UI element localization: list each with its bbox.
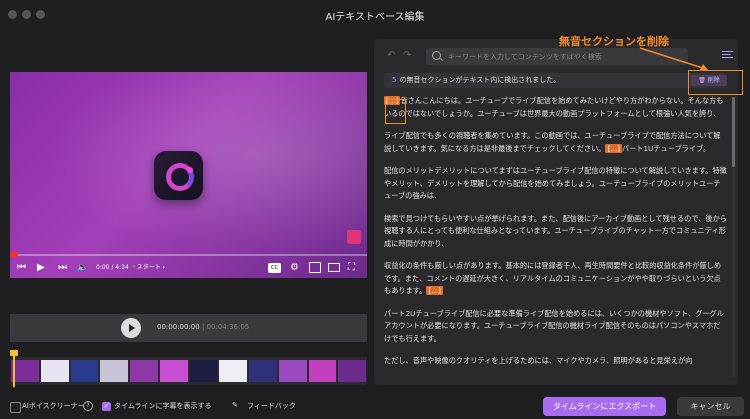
video-time-readout: 0:00 / 4:34 ・スタート › (96, 264, 165, 271)
keyword-search (426, 48, 688, 65)
settings-icon[interactable]: ⚙ (290, 261, 299, 275)
miniplayer-icon[interactable] (309, 262, 321, 273)
volume-icon[interactable]: 🔈 (77, 261, 88, 275)
fullscreen-icon[interactable]: ⛶ (348, 261, 355, 275)
play-icon[interactable]: ▶ (37, 261, 45, 275)
video-progress-bar[interactable] (10, 251, 367, 258)
transcript-text[interactable]: [...] 皆さんこんにちは。ユーチューブでライブ配信を始めてみたいけどやり方がわ… (384, 95, 727, 381)
player-bar: 00:00:00:00 | 00:04:36:05 (10, 314, 367, 342)
theater-mode-icon[interactable] (328, 263, 340, 272)
captions-icon[interactable]: CC (268, 263, 281, 273)
transcript-paragraph[interactable]: ライブ配信でも多くの視聴者を集めています。この動画では、ユーチューブライブで配信… (384, 130, 727, 155)
video-controls: ⏮ ▶ ⏭ 🔈 0:00 / 4:34 ・スタート › CC ⚙ ⛶ (10, 258, 367, 278)
silence-notice: 5 の無音セクションがテキスト内に検出されました。 (384, 73, 727, 88)
feedback-icon[interactable]: ✎ (232, 401, 238, 409)
timeline-thumbnail (40, 360, 69, 382)
export-to-timeline-button[interactable]: タイムラインにエクスポート (543, 397, 666, 416)
transcript-paragraph[interactable]: 配信のメリットデメリットについてまずはユーチューブライブ配信の特徴について解説し… (384, 165, 727, 203)
title-bar: AIテキストベース編集 (0, 0, 750, 30)
previous-icon[interactable]: ⏮ (17, 261, 26, 275)
timeline-thumbnail (219, 360, 247, 382)
transcript-text-span: 検索で見つけてもらいやすい点が挙げられます。また、配信後にアーカイブ動画として残… (384, 213, 727, 248)
app-logo (154, 151, 203, 200)
next-icon[interactable]: ⏭ (58, 261, 67, 275)
current-time: 00:00:00:00 (157, 323, 200, 331)
redo-icon[interactable]: ↷ (403, 50, 411, 61)
ai-voice-cleaner-checkbox[interactable] (10, 402, 21, 413)
silence-count: 5 (392, 76, 397, 84)
duration-time: 00:04:36:05 (206, 323, 250, 331)
transcript-scrollbar[interactable] (732, 97, 735, 377)
video-preview[interactable] (10, 72, 367, 278)
window-title: AIテキストベース編集 (325, 12, 425, 23)
timeline-thumbnail (70, 360, 99, 382)
annotation-label: 無音セクションを削除 (559, 35, 669, 48)
transcript-paragraph[interactable]: パート2Uチューブライブ配信に必要な準備ライブ配信を始めるには、いくつかの機材や… (384, 308, 727, 346)
timeline-thumbnail (159, 360, 188, 382)
transcript-text-span: パート1Uチューブライブ。 (621, 143, 711, 153)
play-pause-button[interactable] (121, 318, 141, 338)
video-progress-knob[interactable] (11, 251, 18, 258)
annotation-highlight-delete (688, 70, 743, 95)
ai-voice-cleaner-label: AIボイスクリーナー (22, 402, 85, 410)
timeline-thumbnail (308, 360, 337, 382)
filter-settings-icon[interactable] (722, 50, 733, 60)
transcript-paragraph[interactable]: 収益化の条件も厳しい点があります。基本的には登録者千人、再生時間要件と比較的収益… (384, 260, 727, 298)
search-input[interactable] (446, 49, 685, 65)
timeline-track[interactable] (10, 357, 367, 385)
timeline-thumbnail (100, 360, 128, 382)
undo-icon[interactable]: ↶ (387, 50, 395, 61)
timeline-thumbnail (189, 360, 218, 382)
annotation-highlight-marker (385, 99, 406, 124)
timeline-thumbnail (278, 360, 307, 382)
transcript-text-span: 皆さんこんにちは。ユーチューブでライブ配信を始めてみたいけどやり方がわからない。… (384, 96, 724, 118)
transcript-text-span: 配信のメリットデメリットについてまずはユーチューブライブ配信の特徴について解説し… (384, 166, 727, 200)
cancel-button[interactable]: キャンセル (677, 397, 744, 416)
timeline-thumbnail (130, 360, 158, 382)
transcript-text-span: ただし、音声や映像のクオリティを上げるためには、マイクやカメラ、照明があると見栄… (384, 356, 693, 365)
silence-notice-text: の無音セクションがテキスト内に検出されました。 (399, 76, 561, 84)
logo-dot (187, 167, 193, 173)
transcript-scroll-thumb[interactable] (732, 97, 735, 167)
transcript-paragraph[interactable]: 検索で見つけてもらいやすい点が挙げられます。また、配信後にアーカイブ動画として残… (384, 213, 727, 251)
timeline-playhead[interactable] (10, 350, 18, 387)
transcript-text-span: パート2Uチューブライブ配信に必要な準備ライブ配信を始めるには、いくつかの機材や… (384, 308, 724, 343)
help-icon[interactable]: ? (83, 401, 93, 411)
player-time: 00:00:00:00 | 00:04:36:05 (157, 323, 250, 331)
timeline-thumbnail (11, 360, 39, 382)
feedback-link[interactable]: フィードバック (247, 401, 296, 411)
channel-watermark-icon (347, 230, 361, 244)
timeline-thumbnail (338, 360, 366, 382)
transcript-paragraph[interactable]: ただし、音声や映像のクオリティを上げるためには、マイクやカメラ、照明があると見栄… (384, 355, 727, 368)
show-subtitles-checkbox[interactable]: ✓ (102, 402, 111, 411)
transcript-paragraph[interactable]: [...] 皆さんこんにちは。ユーチューブでライブ配信を始めてみたいけどやり方がわ… (384, 95, 727, 120)
silence-marker[interactable]: [...] (605, 143, 622, 153)
transcript-panel: ↶ ↷ 5の無音セクションがテキスト内に検出されました。 🗑 削除 [...]皆… (374, 39, 738, 385)
silence-marker[interactable]: [...] (426, 286, 443, 295)
search-icon (432, 51, 441, 60)
show-subtitles-label: タイムラインに字幕を表示する (114, 402, 212, 410)
timeline-thumbnail (249, 360, 277, 382)
